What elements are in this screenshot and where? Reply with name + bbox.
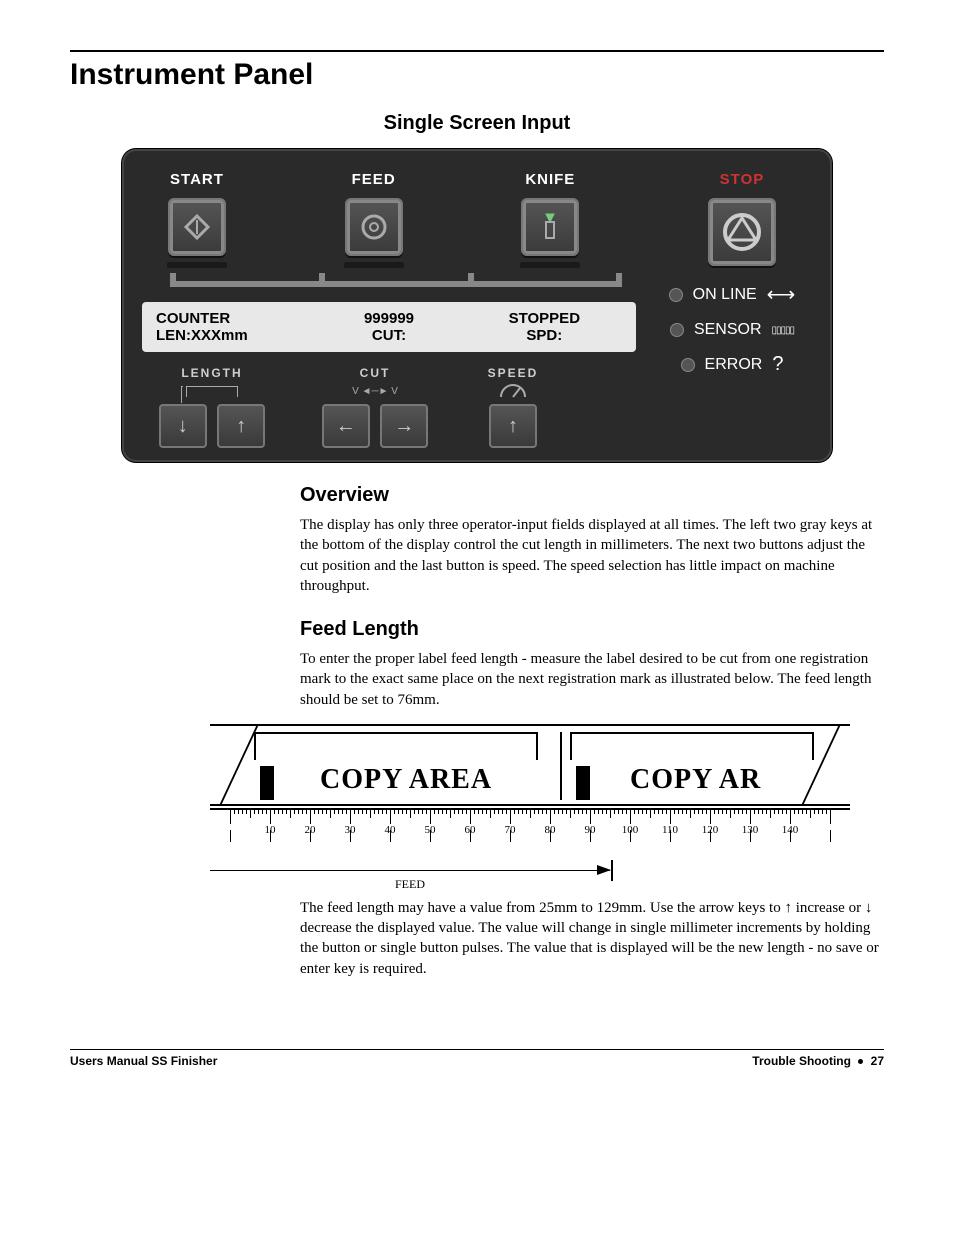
length-ruler-icon — [186, 386, 238, 397]
arrow-left-icon: ← — [336, 415, 356, 438]
start-icon — [180, 210, 214, 244]
online-led-icon — [669, 288, 683, 302]
overview-heading: Overview — [300, 484, 884, 507]
knife-icon — [533, 210, 567, 244]
ruler-tick-label: 100 — [622, 824, 639, 836]
arrow-right-icon: → — [394, 415, 414, 438]
ruler-tick-label: 20 — [305, 824, 316, 836]
cut-adjust-label: CUT — [290, 366, 460, 380]
subheading-single-screen-input: Single Screen Input — [70, 112, 884, 135]
sensor-led-icon — [670, 323, 684, 337]
lcd-cut-label: CUT: — [311, 327, 466, 344]
ruler-tick-label: 90 — [585, 824, 596, 836]
arrow-up-icon: ↑ — [236, 415, 246, 438]
cut-left-button[interactable]: ← — [322, 404, 370, 448]
decrease-arrow-icon: ↓ — [865, 899, 873, 916]
ruler-tick-label: 10 — [265, 824, 276, 836]
ruler-tick-label: 70 — [505, 824, 516, 836]
arrow-down-icon: ↓ — [178, 415, 188, 438]
overview-text: The display has only three operator-inpu… — [300, 515, 884, 596]
lcd-status: STOPPED — [467, 310, 622, 327]
ruler-tick-label: 80 — [545, 824, 556, 836]
start-button[interactable] — [168, 198, 226, 256]
ruler-tick-label: 60 — [465, 824, 476, 836]
stop-icon — [720, 210, 764, 254]
arrow-up-icon: ↑ — [508, 415, 518, 438]
length-up-button[interactable]: ↑ — [217, 404, 265, 448]
ruler-tick-label: 40 — [385, 824, 396, 836]
cut-right-button[interactable]: → — [380, 404, 428, 448]
error-led-icon — [681, 358, 695, 372]
lcd-counter-label: COUNTER — [156, 310, 311, 327]
feed-arrow-label: FEED — [210, 877, 610, 892]
lcd-len-label: LEN:XXXmm — [156, 327, 311, 344]
error-status-label: ERROR — [705, 356, 763, 374]
footer-page-number: 27 — [871, 1054, 884, 1068]
knife-button[interactable] — [521, 198, 579, 256]
lcd-spd-label: SPD: — [467, 327, 622, 344]
ruler-scale: 10 20 30 40 50 60 70 80 90 100 110 120 130 140 — [210, 808, 850, 848]
feed-direction-arrow-icon — [210, 870, 610, 871]
speed-gauge-icon — [498, 382, 528, 400]
ruler-tick-label: 120 — [702, 824, 719, 836]
online-link-icon: ⟷ — [767, 282, 796, 307]
stop-label: STOP — [672, 171, 812, 188]
feed-icon — [357, 210, 391, 244]
footer-manual-title: Users Manual SS Finisher — [70, 1054, 217, 1068]
speed-up-button[interactable]: ↑ — [489, 404, 537, 448]
sensor-strip-icon: ▯▯▯▯▯ — [772, 325, 795, 336]
registration-mark-icon — [576, 766, 590, 800]
page-title: Instrument Panel — [70, 58, 884, 92]
registration-mark-icon — [260, 766, 274, 800]
bullet-icon — [858, 1059, 863, 1064]
feed-button[interactable] — [345, 198, 403, 256]
instrument-panel-graphic: START FEED KNIFE — [122, 149, 832, 462]
ruler-tick-label: 50 — [425, 824, 436, 836]
error-question-icon: ? — [772, 353, 783, 376]
speed-adjust-label: SPEED — [468, 366, 558, 380]
lcd-display: COUNTER LEN:XXXmm 999999 CUT: STOPPED SP… — [142, 302, 636, 352]
copy-area-label-1: COPY AREA — [320, 764, 492, 796]
online-status-label: ON LINE — [693, 286, 757, 304]
increase-arrow-icon: ↑ — [784, 899, 792, 916]
length-adjust-label: LENGTH — [142, 366, 282, 380]
lcd-counter-value: 999999 — [311, 310, 466, 327]
ruler-tick-label: 130 — [742, 824, 759, 836]
length-down-button[interactable]: ↓ — [159, 404, 207, 448]
knife-label: KNIFE — [495, 171, 605, 188]
ruler-tick-label: 110 — [662, 824, 678, 836]
button-link-bar — [170, 281, 622, 287]
copy-area-label-2: COPY AR — [630, 764, 761, 796]
footer-section: Trouble Shooting — [752, 1054, 851, 1068]
ruler-tick-label: 140 — [782, 824, 799, 836]
sensor-status-label: SENSOR — [694, 321, 762, 339]
feed-length-diagram: COPY AREA COPY AR 1020304050607080901001… — [210, 724, 850, 848]
feed-label: FEED — [319, 171, 429, 188]
stop-button[interactable] — [708, 198, 776, 266]
start-label: START — [142, 171, 252, 188]
feed-length-outro: The feed length may have a value from 25… — [300, 898, 884, 979]
feed-length-intro: To enter the proper label feed length - … — [300, 649, 884, 710]
ruler-tick-label: 30 — [345, 824, 356, 836]
cut-diagram-icon: V ◄─► V — [290, 382, 460, 400]
feed-length-heading: Feed Length — [300, 618, 884, 641]
